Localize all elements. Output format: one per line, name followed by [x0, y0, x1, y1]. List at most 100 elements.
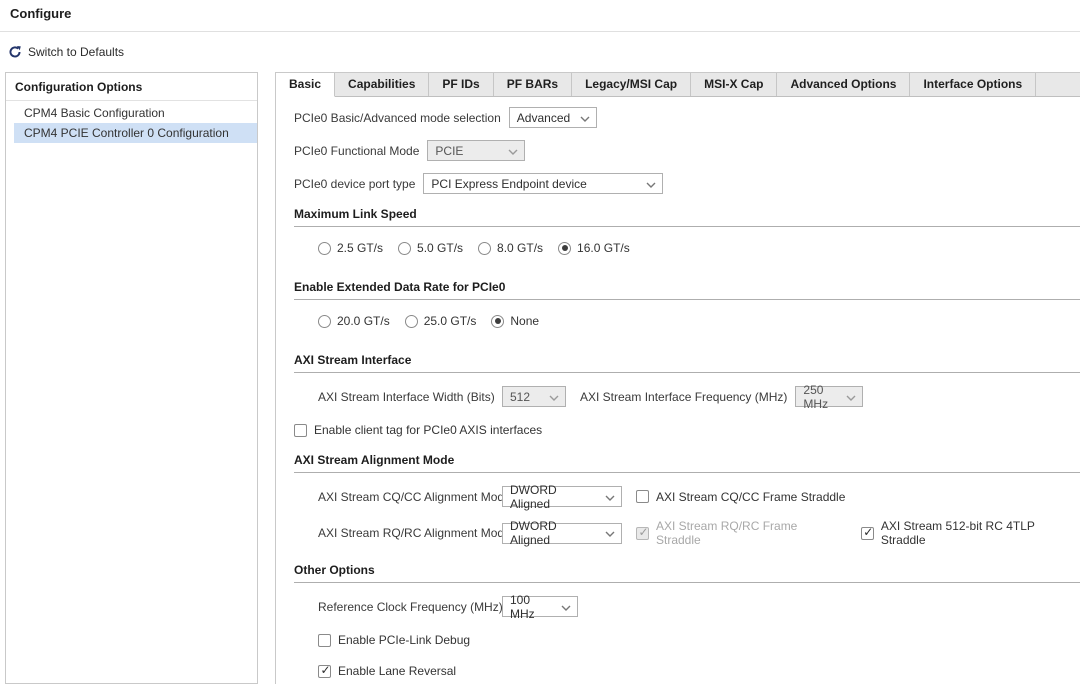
- lane-reversal-row: Enable Lane Reversal: [318, 664, 1080, 678]
- configuration-panel: Basic Capabilities PF IDs PF BARs Legacy…: [275, 72, 1080, 684]
- radio-icon: [558, 242, 571, 255]
- device-port-type-row: PCIe0 device port type PCI Express Endpo…: [294, 173, 1080, 194]
- enable-lane-reversal-checkbox[interactable]: Enable Lane Reversal: [318, 664, 456, 678]
- ref-clock-dropdown[interactable]: 100 MHz: [502, 596, 578, 617]
- radio-label: 2.5 GT/s: [337, 241, 383, 255]
- rqrc-frame-straddle-checkbox: AXI Stream RQ/RC Frame Straddle: [636, 519, 843, 547]
- checkbox-label: AXI Stream 512-bit RC 4TLP Straddle: [881, 519, 1080, 547]
- page-title: Configure: [10, 6, 71, 21]
- checkbox-icon: [636, 490, 649, 503]
- checkbox-icon: [318, 665, 331, 678]
- radio-5-0-gts[interactable]: 5.0 GT/s: [398, 241, 463, 255]
- mode-selection-row: PCIe0 Basic/Advanced mode selection Adva…: [294, 107, 1080, 128]
- sidebar-list: CPM4 Basic Configuration CPM4 PCIE Contr…: [6, 101, 257, 143]
- cqcc-alignment-row: AXI Stream CQ/CC Alignment Mode DWORD Al…: [318, 486, 1080, 507]
- axi-width-dropdown: 512: [502, 386, 566, 407]
- rqrc-alignment-row: AXI Stream RQ/RC Alignment Mode DWORD Al…: [318, 519, 1080, 547]
- tabstrip: Basic Capabilities PF IDs PF BARs Legacy…: [276, 73, 1080, 97]
- device-port-type-dropdown[interactable]: PCI Express Endpoint device: [423, 173, 663, 194]
- tab-pf-ids[interactable]: PF IDs: [429, 73, 493, 96]
- radio-16-0-gts[interactable]: 16.0 GT/s: [558, 241, 630, 255]
- radio-label: 5.0 GT/s: [417, 241, 463, 255]
- radio-icon: [405, 315, 418, 328]
- chevron-down-icon: [572, 111, 590, 125]
- radio-icon: [398, 242, 411, 255]
- checkbox-icon: [636, 527, 649, 540]
- axi-freq-dropdown: 250 MHz: [795, 386, 863, 407]
- toolbar: Switch to Defaults: [0, 32, 1080, 72]
- cqcc-alignment-label: AXI Stream CQ/CC Alignment Mode: [318, 490, 494, 504]
- functional-mode-row: PCIe0 Functional Mode PCIE: [294, 140, 1080, 161]
- axi-freq-value: 250 MHz: [803, 383, 838, 411]
- tab-legacy-msi-cap[interactable]: Legacy/MSI Cap: [572, 73, 691, 96]
- tab-pf-bars[interactable]: PF BARs: [494, 73, 572, 96]
- section-axi-stream-interface: AXI Stream Interface: [294, 353, 1080, 373]
- axi-interface-row: AXI Stream Interface Width (Bits) 512 AX…: [318, 386, 1080, 407]
- rqrc-alignment-dropdown[interactable]: DWORD Aligned: [502, 523, 622, 544]
- checkbox-label: AXI Stream CQ/CC Frame Straddle: [656, 490, 845, 504]
- radio-icon: [478, 242, 491, 255]
- tab-advanced-options[interactable]: Advanced Options: [777, 73, 910, 96]
- radio-label: 8.0 GT/s: [497, 241, 543, 255]
- titlebar: Configure: [0, 0, 1080, 32]
- section-maximum-link-speed: Maximum Link Speed: [294, 207, 1080, 227]
- pcie-link-debug-row: Enable PCIe-Link Debug: [318, 633, 1080, 647]
- enable-client-tag-checkbox[interactable]: Enable client tag for PCIe0 AXIS interfa…: [294, 423, 542, 437]
- tab-msi-x-cap[interactable]: MSI-X Cap: [691, 73, 777, 96]
- checkbox-icon: [294, 424, 307, 437]
- device-port-type-value: PCI Express Endpoint device: [431, 177, 586, 191]
- refresh-icon: [8, 45, 22, 59]
- sidebar-item-cpm4-pcie-controller-0-configuration[interactable]: CPM4 PCIE Controller 0 Configuration: [14, 123, 257, 143]
- sidebar-header: Configuration Options: [6, 73, 257, 101]
- mode-selection-label: PCIe0 Basic/Advanced mode selection: [294, 111, 501, 125]
- radio-none[interactable]: None: [491, 314, 539, 328]
- section-extended-data-rate: Enable Extended Data Rate for PCIe0: [294, 280, 1080, 300]
- radio-label: 16.0 GT/s: [577, 241, 630, 255]
- checkbox-label: Enable PCIe-Link Debug: [338, 633, 470, 647]
- radio-icon: [491, 315, 504, 328]
- functional-mode-dropdown: PCIE: [427, 140, 525, 161]
- device-port-type-label: PCIe0 device port type: [294, 177, 415, 191]
- radio-20-0-gts[interactable]: 20.0 GT/s: [318, 314, 390, 328]
- section-other-options: Other Options: [294, 563, 1080, 583]
- enable-pcie-link-debug-checkbox[interactable]: Enable PCIe-Link Debug: [318, 633, 470, 647]
- chevron-down-icon: [553, 600, 571, 614]
- chevron-down-icon: [541, 390, 559, 404]
- radio-label: None: [510, 314, 539, 328]
- axi-width-value: 512: [510, 390, 530, 404]
- section-axi-stream-alignment-mode: AXI Stream Alignment Mode: [294, 453, 1080, 473]
- mode-selection-value: Advanced: [517, 111, 570, 125]
- rc-4tlp-straddle-checkbox[interactable]: AXI Stream 512-bit RC 4TLP Straddle: [861, 519, 1080, 547]
- cqcc-alignment-value: DWORD Aligned: [510, 483, 597, 511]
- max-link-speed-radio-row: 2.5 GT/s 5.0 GT/s 8.0 GT/s 16.0 GT/s: [318, 240, 1080, 256]
- switch-to-defaults-button[interactable]: Switch to Defaults: [8, 45, 124, 59]
- tab-capabilities[interactable]: Capabilities: [335, 73, 429, 96]
- rqrc-alignment-label: AXI Stream RQ/RC Alignment Mode: [318, 526, 494, 540]
- radio-25-0-gts[interactable]: 25.0 GT/s: [405, 314, 477, 328]
- radio-8-0-gts[interactable]: 8.0 GT/s: [478, 241, 543, 255]
- functional-mode-label: PCIe0 Functional Mode: [294, 144, 419, 158]
- radio-icon: [318, 315, 331, 328]
- cqcc-alignment-dropdown[interactable]: DWORD Aligned: [502, 486, 622, 507]
- radio-icon: [318, 242, 331, 255]
- ref-clock-label: Reference Clock Frequency (MHz): [318, 600, 494, 614]
- checkbox-label: Enable client tag for PCIe0 AXIS interfa…: [314, 423, 542, 437]
- basic-tab-content: PCIe0 Basic/Advanced mode selection Adva…: [276, 97, 1080, 684]
- radio-label: 20.0 GT/s: [337, 314, 390, 328]
- ref-clock-row: Reference Clock Frequency (MHz) 100 MHz: [318, 596, 1080, 617]
- switch-to-defaults-label: Switch to Defaults: [28, 45, 124, 59]
- functional-mode-value: PCIE: [435, 144, 463, 158]
- chevron-down-icon: [638, 177, 656, 191]
- tab-interface-options[interactable]: Interface Options: [910, 73, 1036, 96]
- axi-freq-label: AXI Stream Interface Frequency (MHz): [580, 390, 787, 404]
- tab-basic[interactable]: Basic: [276, 73, 335, 97]
- rqrc-alignment-value: DWORD Aligned: [510, 519, 597, 547]
- checkbox-icon: [861, 527, 874, 540]
- cqcc-frame-straddle-checkbox[interactable]: AXI Stream CQ/CC Frame Straddle: [636, 490, 845, 504]
- mode-selection-dropdown[interactable]: Advanced: [509, 107, 597, 128]
- configuration-options-sidebar: Configuration Options CPM4 Basic Configu…: [5, 72, 258, 684]
- checkbox-label: AXI Stream RQ/RC Frame Straddle: [656, 519, 843, 547]
- radio-label: 25.0 GT/s: [424, 314, 477, 328]
- radio-2-5-gts[interactable]: 2.5 GT/s: [318, 241, 383, 255]
- sidebar-item-cpm4-basic-configuration[interactable]: CPM4 Basic Configuration: [14, 103, 257, 123]
